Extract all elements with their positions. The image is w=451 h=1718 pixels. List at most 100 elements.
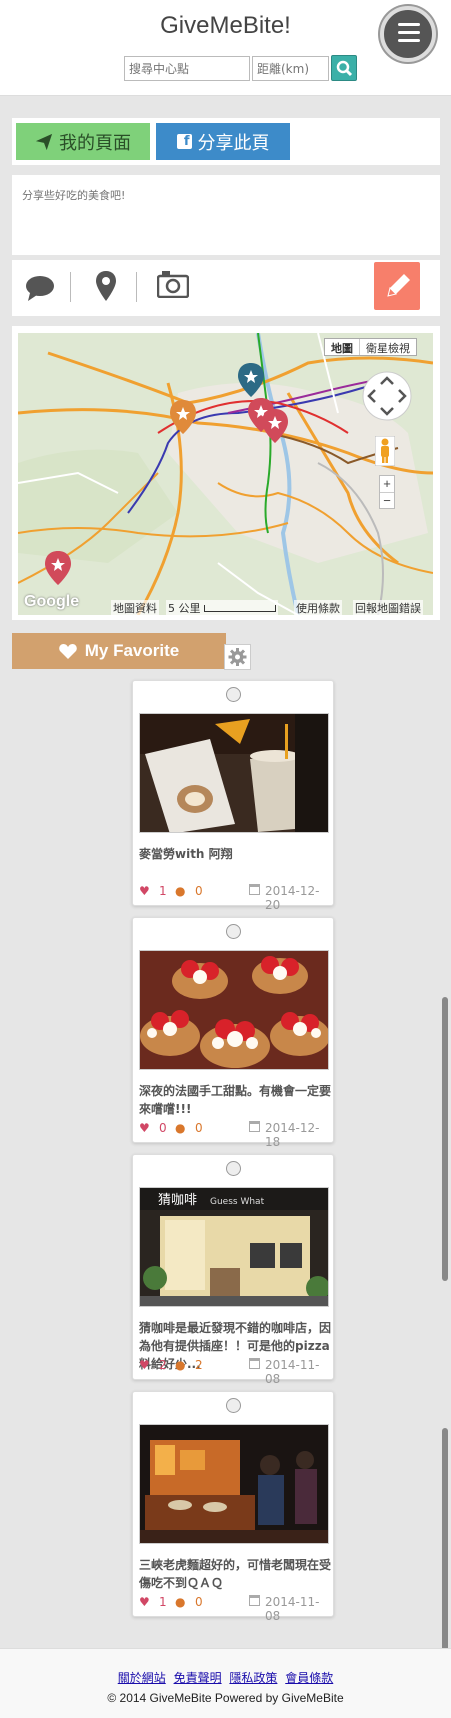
card-meta: ♥ 1 ● 0 2014-12-20 [139,883,329,912]
card-meta: ♥ 0 ● 0 2014-12-18 [139,1120,329,1149]
comment-icon[interactable]: ● [175,1358,185,1372]
favorite-card[interactable]: 三峽老虎麵超好的，可惜老闆現在受傷吃不到ＱＡＱ ♥ 1 ● 0 2014-11-… [132,1391,334,1623]
map-type-satellite[interactable]: 衛星檢視 [360,339,416,355]
calendar-icon [249,1595,260,1606]
comment-count: 2 [195,1358,203,1372]
post-date: 2014-11-08 [265,1358,320,1386]
card-title[interactable]: 三峽老虎麵超好的，可惜老闆現在受傷吃不到ＱＡＱ [139,1556,331,1592]
card-select-radio[interactable] [226,924,241,939]
heart-icon[interactable]: ♥ [139,1358,150,1372]
mcdonalds-coffee-photo [140,714,328,832]
pan-control[interactable] [362,371,412,421]
pegman-icon[interactable] [375,436,395,466]
footer: 關於網站 免責聲明 隱私政策 會員條款 © 2014 GiveMeBite Po… [0,1648,451,1718]
hamburger-icon [398,23,420,26]
comment-icon[interactable]: ● [175,1595,185,1609]
zoom-control: + − [379,475,395,509]
pencil-icon [387,274,410,297]
post-submit-button[interactable] [374,262,420,310]
heart-icon[interactable]: ♥ [139,884,150,898]
comment-icon[interactable]: ● [175,884,185,898]
my-page-label: 我的頁面 [59,132,131,154]
noodle-stall-photo [140,1425,328,1543]
card-photo[interactable] [139,950,329,1070]
search-icon [336,60,353,77]
card-select-radio[interactable] [226,687,241,702]
comment-count: 0 [195,1121,203,1135]
map-marker-pin[interactable] [238,363,264,397]
like-count: 2 [159,1358,167,1372]
map-scale-label: 5 公里 [168,602,201,615]
copyright: © 2014 GiveMeBite Powered by GiveMeBite [107,1691,344,1705]
comment-count: 0 [195,884,203,898]
card-meta: ♥ 1 ● 0 2014-11-08 [139,1594,329,1623]
heart-icon [58,644,77,659]
map-type-map[interactable]: 地圖 [325,339,360,355]
my-page-button[interactable]: 我的頁面 [16,123,150,160]
card-photo[interactable]: 猜咖啡 Guess What [139,1187,329,1307]
favorite-card[interactable]: 猜咖啡 Guess What 猜咖啡是最近發現不錯的咖啡店，因為他有提供插座！！可… [132,1154,334,1386]
divider [70,272,71,302]
scrollbar[interactable] [442,997,448,1281]
scrollbar[interactable] [442,1428,448,1674]
gear-icon [228,648,247,666]
zoom-in-button[interactable]: + [380,476,394,493]
card-title[interactable]: 麥當勞with 阿翔 [139,845,331,863]
map-marker-icon[interactable] [96,271,116,301]
heart-icon[interactable]: ♥ [139,1121,150,1135]
hamburger-icon [398,31,420,34]
post-date: 2014-12-18 [265,1121,320,1149]
share-page-label: 分享此頁 [197,132,270,154]
card-photo[interactable] [139,1424,329,1544]
privacy-link[interactable]: 隱私政策 [229,1671,277,1685]
card-select-radio[interactable] [226,1398,241,1413]
facebook-icon: f [176,134,192,149]
zoom-out-button[interactable]: − [380,493,394,509]
report-error-link[interactable]: 回報地圖錯誤 [353,600,423,615]
like-count: 1 [159,884,167,898]
terms-link[interactable]: 使用條款 [294,600,342,615]
card-select-radio[interactable] [226,1161,241,1176]
divider [136,272,137,302]
map-footer: 地圖資料 5 公里 使用條款 回報地圖錯誤 [18,599,433,615]
strawberry-tart-photo [140,951,328,1069]
search-button[interactable] [331,55,357,81]
post-date: 2014-11-08 [265,1595,320,1623]
like-count: 0 [159,1121,167,1135]
scale-bar [204,605,276,612]
post-textarea[interactable] [12,175,440,255]
map-marker-pin[interactable] [170,400,196,434]
map-marker-pin[interactable] [262,409,288,443]
share-page-button[interactable]: f 分享此頁 [156,123,290,160]
heart-icon[interactable]: ♥ [139,1595,150,1609]
disclaimer-link[interactable]: 免責聲明 [174,1671,222,1685]
favorites-settings-button[interactable] [224,644,251,670]
footer-links: 關於網站 免責聲明 隱私政策 會員條款 [0,1669,451,1686]
about-link[interactable]: 關於網站 [118,1671,166,1685]
paper-plane-icon [35,133,53,150]
card-title[interactable]: 深夜的法國手工甜點。有機會一定要來嚐嚐!!! [139,1082,331,1118]
comment-icon[interactable] [25,274,55,302]
map-marker-pin[interactable] [45,551,71,585]
like-count: 1 [159,1595,167,1609]
cafe-storefront-photo: 猜咖啡 Guess What [140,1188,328,1306]
card-photo[interactable] [139,713,329,833]
menu-button[interactable] [380,6,436,62]
card-meta: ♥ 2 ● 2 2014-11-08 [139,1357,329,1386]
map[interactable]: 地圖 衛星檢視 + − Google 地圖資料 5 公里 使用條款 回報地圖錯誤 [18,333,433,615]
header: GiveMeBite! [0,0,451,96]
calendar-icon [249,884,260,895]
map-attribution: 地圖資料 [111,600,159,615]
map-scale: 5 公里 [166,600,278,615]
member-terms-link[interactable]: 會員條款 [285,1671,333,1685]
favorite-card[interactable]: 深夜的法國手工甜點。有機會一定要來嚐嚐!!! ♥ 0 ● 0 2014-12-1… [132,917,334,1149]
map-type-control: 地圖 衛星檢視 [324,338,417,356]
favorites-header[interactable]: My Favorite [12,633,226,669]
favorite-card[interactable]: 麥當勞with 阿翔 ♥ 1 ● 0 2014-12-20 [132,680,334,912]
distance-input[interactable] [252,56,329,81]
comment-icon[interactable]: ● [175,1121,185,1135]
search-center-input[interactable] [124,56,250,81]
camera-icon[interactable] [157,270,189,298]
hamburger-icon [398,39,420,42]
svg-text:猜咖啡: 猜咖啡 [158,1193,197,1208]
